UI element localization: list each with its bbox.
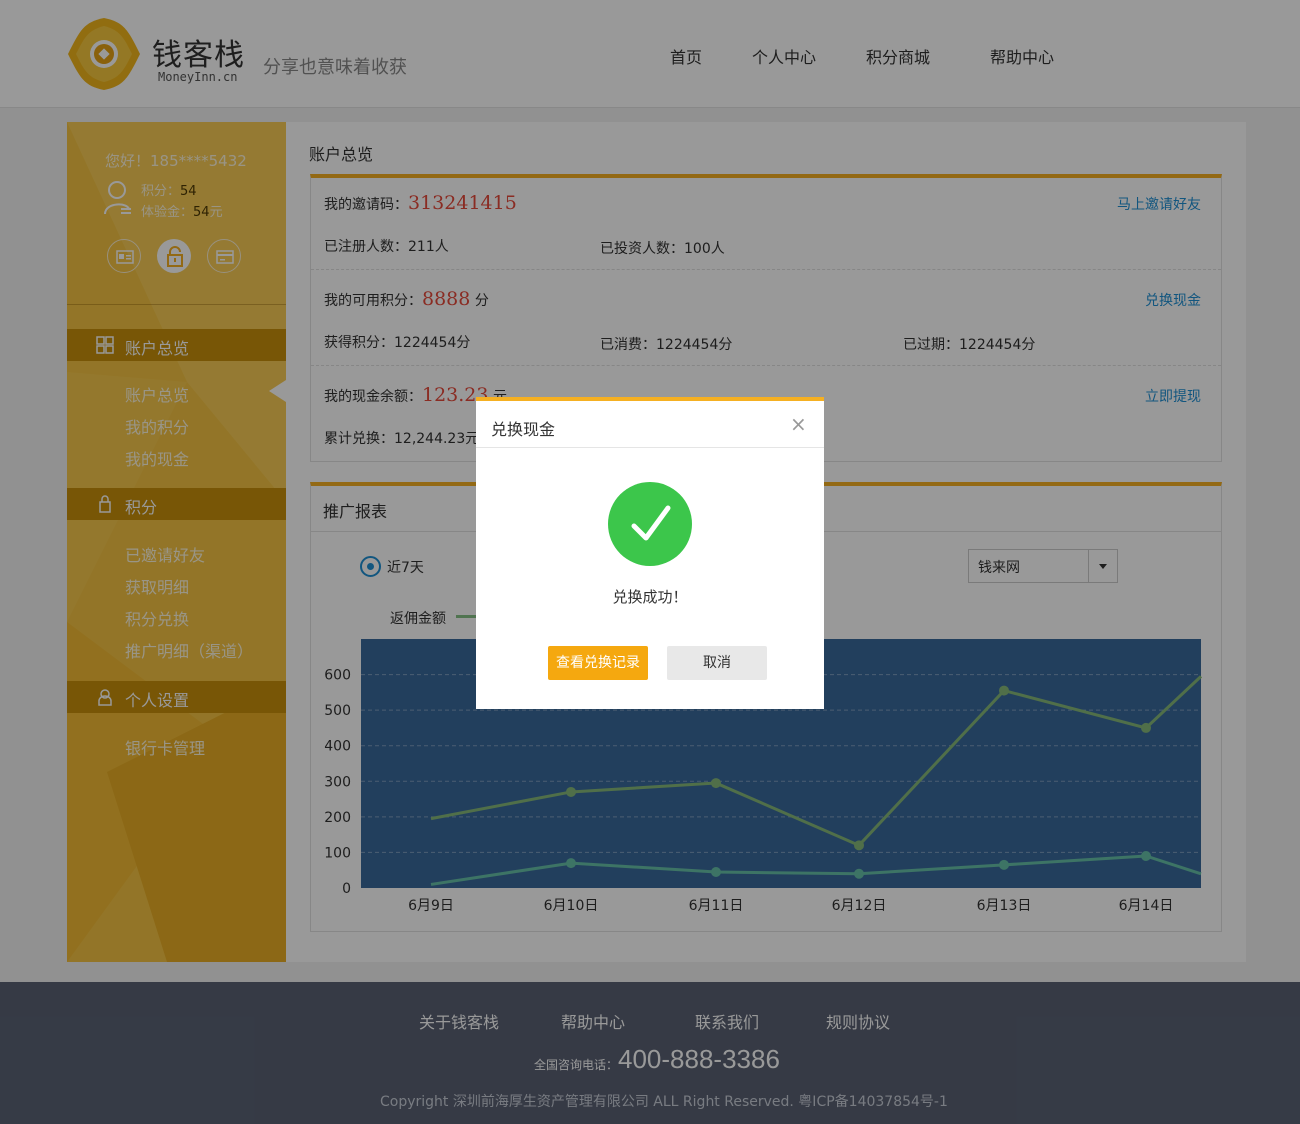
dialog-divider	[476, 447, 824, 448]
cancel-button[interactable]: 取消	[667, 646, 767, 680]
exchange-success-dialog: 兑换现金 × 兑换成功！ 查看兑换记录 取消	[476, 397, 824, 709]
success-check-icon	[608, 482, 692, 566]
close-icon[interactable]: ×	[790, 414, 807, 434]
success-message: 兑换成功！	[612, 588, 688, 606]
view-exchange-records-button[interactable]: 查看兑换记录	[548, 646, 648, 680]
dialog-title: 兑换现金	[491, 420, 556, 439]
